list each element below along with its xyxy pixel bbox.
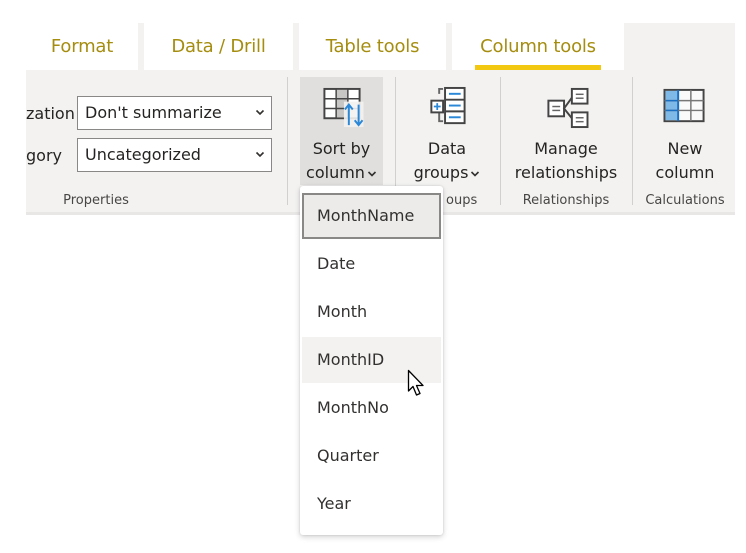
tab-column-tools-label: Column tools	[480, 36, 596, 57]
menu-item-date[interactable]: Date	[302, 241, 441, 287]
group-label-relationships: Relationships	[522, 193, 610, 208]
data-groups-icon	[430, 86, 466, 125]
menu-item-monthid[interactable]: MonthID	[302, 337, 441, 383]
sort-by-column-label-line2: column	[306, 163, 365, 182]
group-label-calculations: Calculations	[645, 193, 725, 208]
new-column-icon	[663, 88, 705, 123]
chevron-down-icon	[255, 109, 265, 116]
menu-item-quarter[interactable]: Quarter	[302, 433, 441, 479]
group-separator	[632, 77, 633, 205]
tab-column-tools[interactable]: Column tools	[452, 23, 624, 70]
manage-relationships-icon	[547, 87, 589, 129]
group-separator	[500, 77, 501, 205]
group-separator	[287, 77, 288, 205]
summarization-label: zation	[26, 104, 75, 123]
summarization-value: Don't summarize	[85, 103, 222, 122]
category-label: gory	[26, 146, 62, 165]
group-label-properties: Properties	[63, 193, 129, 208]
tab-format-label: Format	[50, 36, 114, 57]
manage-relationships-label-line1: Manage	[534, 139, 598, 158]
sort-by-column-label-line1: Sort by	[312, 139, 371, 158]
manage-relationships-button[interactable]: Manage relationships	[508, 77, 624, 185]
sort-by-column-icon	[322, 87, 363, 128]
tab-format[interactable]: Format	[26, 23, 138, 70]
tab-data-drill[interactable]: Data / Drill	[144, 23, 293, 70]
menu-item-monthno[interactable]: MonthNo	[302, 385, 441, 431]
data-category-value: Uncategorized	[85, 145, 201, 164]
menu-item-month[interactable]: Month	[302, 289, 441, 335]
sort-by-column-button[interactable]: Sort by column	[300, 77, 383, 185]
chevron-down-icon	[255, 151, 265, 158]
new-column-button[interactable]: New column	[640, 77, 730, 185]
tab-data-drill-label: Data / Drill	[171, 36, 266, 57]
menu-item-year[interactable]: Year	[302, 481, 441, 527]
tab-table-tools-label: Table tools	[325, 36, 420, 57]
data-groups-label-line1: Data	[427, 139, 467, 158]
data-category-select[interactable]: Uncategorized	[77, 138, 272, 172]
chevron-down-icon	[471, 170, 480, 177]
data-groups-label-line2: groups	[413, 163, 469, 182]
summarization-select[interactable]: Don't summarize	[77, 96, 272, 130]
new-column-label-line1: New	[667, 139, 703, 158]
new-column-label-line2: column	[655, 163, 715, 182]
manage-relationships-label-line2: relationships	[514, 163, 618, 182]
sort-by-column-menu: MonthName Date Month MonthID MonthNo Qua…	[300, 186, 443, 535]
chevron-down-icon	[367, 170, 377, 177]
ribbon-tab-strip: Format Data / Drill Table tools Column t…	[26, 23, 735, 70]
data-groups-button[interactable]: Data groups	[404, 77, 490, 185]
menu-item-monthname[interactable]: MonthName	[302, 193, 441, 239]
tab-table-tools[interactable]: Table tools	[299, 23, 446, 70]
group-label-groups: oups	[446, 193, 478, 208]
